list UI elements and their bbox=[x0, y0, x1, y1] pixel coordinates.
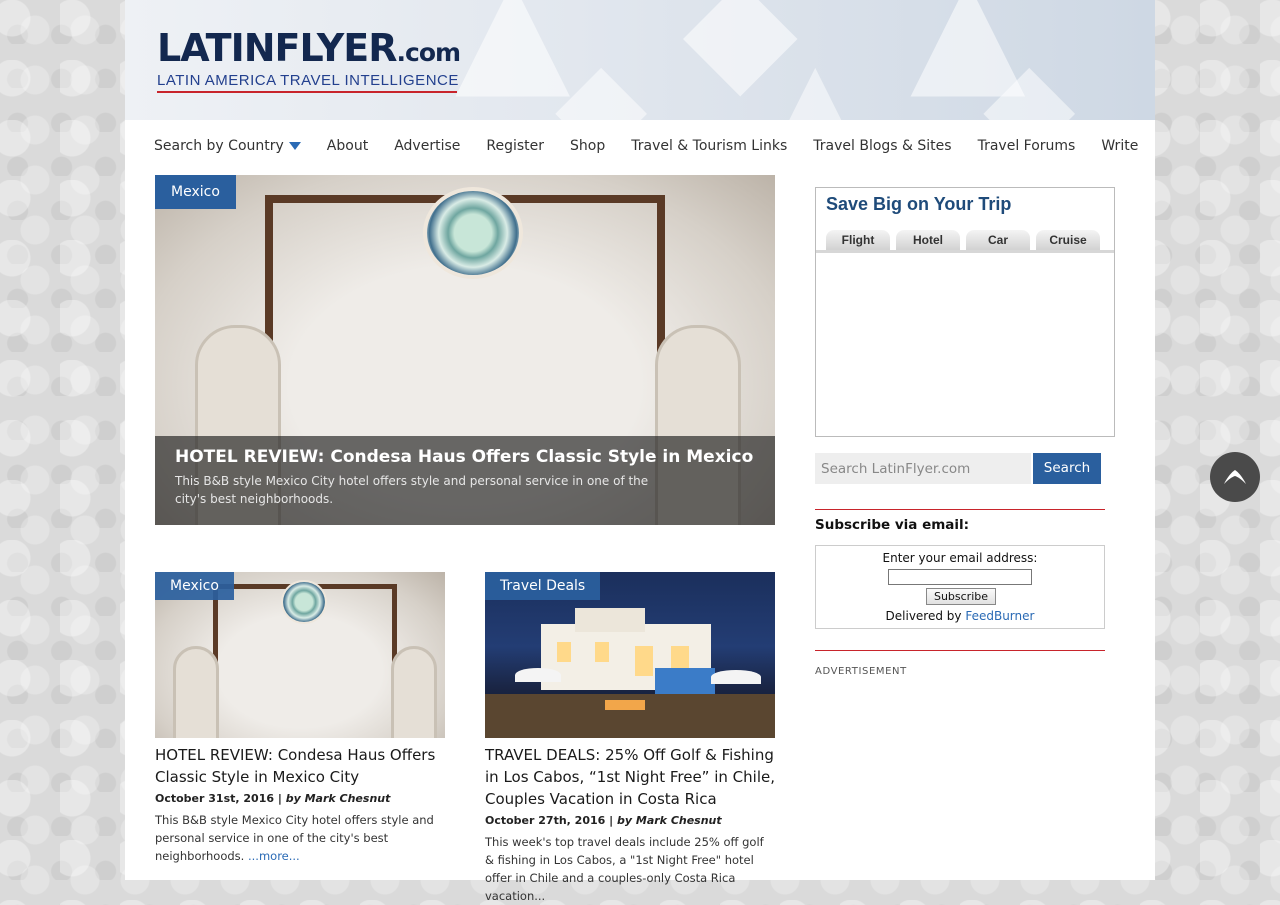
read-more-link[interactable]: ...more... bbox=[248, 849, 300, 863]
article-excerpt: This B&B style Mexico City hotel offers … bbox=[155, 811, 445, 865]
article-card: Mexico HOTEL REVIEW: Condesa Haus Offers… bbox=[155, 572, 445, 865]
nav-advertise[interactable]: Advertise bbox=[394, 138, 460, 154]
article-image[interactable]: Travel Deals bbox=[485, 572, 775, 738]
featured-category-tag[interactable]: Mexico bbox=[155, 175, 236, 209]
article-title[interactable]: TRAVEL DEALS: 25% Off Golf & Fishing in … bbox=[485, 744, 775, 810]
logo-tagline: LATIN AMERICA TRAVEL INTELLIGENCE bbox=[157, 72, 458, 93]
subscribe-button[interactable]: Subscribe bbox=[926, 588, 996, 605]
nav-search-by-country-label: Search by Country bbox=[154, 138, 284, 154]
window-light bbox=[557, 642, 571, 662]
arrow-up-icon bbox=[1224, 470, 1246, 484]
stained-glass-window bbox=[281, 580, 327, 624]
article-meta: October 27th, 2016 | by Mark Chesnut bbox=[485, 814, 775, 827]
delivered-by: Delivered by FeedBurner bbox=[816, 609, 1104, 623]
travel-deals-widget: Save Big on Your Trip Flight Hotel Car C… bbox=[815, 187, 1115, 437]
feedburner-link[interactable]: FeedBurner bbox=[965, 609, 1034, 623]
email-label: Enter your email address: bbox=[882, 551, 1038, 565]
nav-about[interactable]: About bbox=[327, 138, 368, 154]
article-category-tag[interactable]: Travel Deals bbox=[485, 572, 601, 600]
widget-tabs: Flight Hotel Car Cruise bbox=[816, 230, 1114, 253]
nav-travel-forums[interactable]: Travel Forums bbox=[978, 138, 1076, 154]
article-date: October 27th, 2016 | bbox=[485, 814, 614, 827]
logo-wordmark: LATINFLYER.com bbox=[157, 26, 462, 70]
tab-hotel[interactable]: Hotel bbox=[896, 230, 960, 250]
article-date: October 31st, 2016 | bbox=[155, 792, 282, 805]
fire-light bbox=[605, 700, 645, 710]
search-input[interactable]: Search LatinFlyer.com bbox=[815, 453, 1031, 484]
article-excerpt: This week's top travel deals include 25%… bbox=[485, 835, 764, 903]
nav-shop[interactable]: Shop bbox=[570, 138, 605, 154]
logo-suffix: .com bbox=[396, 38, 462, 67]
divider bbox=[815, 650, 1105, 651]
stained-glass-window bbox=[423, 187, 523, 279]
subscribe-heading: Subscribe via email: bbox=[815, 517, 970, 533]
article-image[interactable]: Mexico bbox=[155, 572, 445, 738]
article-title[interactable]: HOTEL REVIEW: Condesa Haus Offers Classi… bbox=[155, 744, 445, 788]
villa-tower bbox=[575, 608, 645, 632]
tab-flight[interactable]: Flight bbox=[826, 230, 890, 250]
site-header: ▲ ◆ ▲ ◆ ▲ ◆ LATINFLYER.com LATIN AMERICA… bbox=[125, 0, 1155, 120]
email-field[interactable] bbox=[888, 569, 1032, 585]
featured-slider[interactable]: Mexico HOTEL REVIEW: Condesa Haus Offers… bbox=[155, 175, 775, 525]
umbrella bbox=[515, 668, 561, 682]
header-decoration-2: ◆ ▲ ◆ bbox=[555, 35, 1116, 120]
nav-write[interactable]: Write bbox=[1101, 138, 1138, 154]
main-nav: Search by Country About Advertise Regist… bbox=[154, 132, 1164, 160]
nav-travel-tourism-links[interactable]: Travel & Tourism Links bbox=[631, 138, 787, 154]
article-author[interactable]: by Mark Chesnut bbox=[617, 814, 722, 827]
nav-travel-blogs-sites[interactable]: Travel Blogs & Sites bbox=[813, 138, 951, 154]
featured-title[interactable]: HOTEL REVIEW: Condesa Haus Offers Classi… bbox=[175, 447, 755, 467]
delivered-by-text: Delivered by bbox=[885, 609, 962, 623]
tab-cruise[interactable]: Cruise bbox=[1036, 230, 1100, 250]
subscribe-form: Enter your email address: Subscribe Deli… bbox=[815, 545, 1105, 629]
villa-wall bbox=[655, 668, 715, 694]
article-card: Travel Deals TRAVEL DEALS: 25% Off Golf … bbox=[485, 572, 775, 905]
tab-car[interactable]: Car bbox=[966, 230, 1030, 250]
nav-search-by-country[interactable]: Search by Country bbox=[154, 138, 301, 154]
featured-subtitle: This B&B style Mexico City hotel offers … bbox=[175, 474, 649, 506]
article-author[interactable]: by Mark Chesnut bbox=[286, 792, 391, 805]
article-meta: October 31st, 2016 | by Mark Chesnut bbox=[155, 792, 445, 805]
window-light bbox=[635, 646, 653, 676]
window-light bbox=[595, 642, 609, 662]
scroll-to-top-button[interactable] bbox=[1210, 452, 1260, 502]
umbrella bbox=[711, 670, 761, 684]
search-button[interactable]: Search bbox=[1033, 453, 1101, 484]
site-logo[interactable]: LATINFLYER.com LATIN AMERICA TRAVEL INTE… bbox=[157, 26, 462, 94]
divider bbox=[815, 509, 1105, 510]
article-category-tag[interactable]: Mexico bbox=[155, 572, 234, 600]
page: ▲ ◆ ▲ ◆ ▲ ◆ LATINFLYER.com LATIN AMERICA… bbox=[125, 0, 1155, 903]
widget-title: Save Big on Your Trip bbox=[826, 194, 1012, 214]
advertisement-label: ADVERTISEMENT bbox=[815, 666, 907, 677]
caret-down-icon bbox=[288, 142, 301, 150]
arch-left bbox=[173, 646, 219, 738]
nav-register[interactable]: Register bbox=[486, 138, 544, 154]
arch-right bbox=[391, 646, 437, 738]
